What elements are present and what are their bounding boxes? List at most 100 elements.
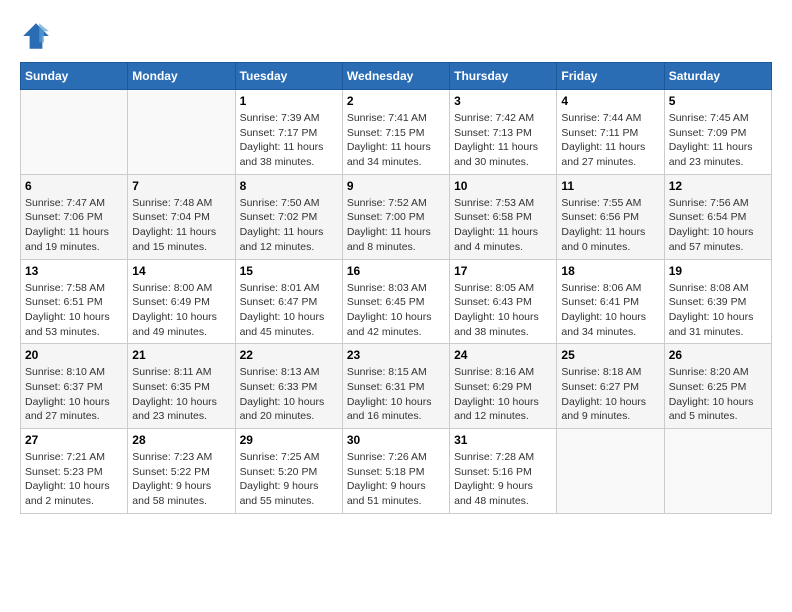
day-info: Sunrise: 8:08 AMSunset: 6:39 PMDaylight:…	[669, 281, 767, 340]
day-number: 3	[454, 94, 552, 108]
day-info: Sunrise: 7:28 AMSunset: 5:16 PMDaylight:…	[454, 450, 552, 509]
day-number: 11	[561, 179, 659, 193]
calendar-cell: 21 Sunrise: 8:11 AMSunset: 6:35 PMDayligh…	[128, 344, 235, 429]
day-number: 6	[25, 179, 123, 193]
day-info: Sunrise: 7:39 AMSunset: 7:17 PMDaylight:…	[240, 111, 338, 170]
calendar: SundayMondayTuesdayWednesdayThursdayFrid…	[20, 62, 772, 514]
day-info: Sunrise: 8:16 AMSunset: 6:29 PMDaylight:…	[454, 365, 552, 424]
weekday-header: Tuesday	[235, 63, 342, 90]
day-info: Sunrise: 7:44 AMSunset: 7:11 PMDaylight:…	[561, 111, 659, 170]
calendar-cell: 5Sunrise: 7:45 AMSunset: 7:09 PMDaylight…	[664, 90, 771, 175]
day-info: Sunrise: 8:03 AMSunset: 6:45 PMDaylight:…	[347, 281, 445, 340]
day-number: 31	[454, 433, 552, 447]
weekday-header: Thursday	[450, 63, 557, 90]
day-info: Sunrise: 8:20 AMSunset: 6:25 PMDaylight:…	[669, 365, 767, 424]
calendar-cell: 23 Sunrise: 8:15 AMSunset: 6:31 PMDayligh…	[342, 344, 449, 429]
logo-icon	[20, 20, 52, 52]
calendar-cell: 2 Sunrise: 7:41 AMSunset: 7:15 PMDaylight…	[342, 90, 449, 175]
page-header	[20, 20, 772, 52]
day-number: 18	[561, 264, 659, 278]
calendar-cell: 13Sunrise: 7:58 AMSunset: 6:51 PMDayligh…	[21, 259, 128, 344]
day-number: 20	[25, 348, 123, 362]
day-number: 19	[669, 264, 767, 278]
day-info: Sunrise: 7:26 AMSunset: 5:18 PMDaylight:…	[347, 450, 445, 509]
day-info: Sunrise: 7:50 AMSunset: 7:02 PMDaylight:…	[240, 196, 338, 255]
calendar-cell: 30Sunrise: 7:26 AMSunset: 5:18 PMDayligh…	[342, 429, 449, 514]
calendar-cell	[128, 90, 235, 175]
day-number: 28	[132, 433, 230, 447]
day-number: 21	[132, 348, 230, 362]
day-info: Sunrise: 7:42 AMSunset: 7:13 PMDaylight:…	[454, 111, 552, 170]
day-number: 23	[347, 348, 445, 362]
calendar-cell: 17Sunrise: 8:05 AMSunset: 6:43 PMDayligh…	[450, 259, 557, 344]
day-number: 15	[240, 264, 338, 278]
day-number: 7	[132, 179, 230, 193]
day-info: Sunrise: 8:01 AMSunset: 6:47 PMDaylight:…	[240, 281, 338, 340]
calendar-cell: 28 Sunrise: 7:23 AMSunset: 5:22 PMDayligh…	[128, 429, 235, 514]
calendar-week-row: 20 Sunrise: 8:10 AMSunset: 6:37 PMDayligh…	[21, 344, 772, 429]
day-number: 1	[240, 94, 338, 108]
day-number: 16	[347, 264, 445, 278]
calendar-cell: 1 Sunrise: 7:39 AMSunset: 7:17 PMDaylight…	[235, 90, 342, 175]
day-number: 4	[561, 94, 659, 108]
calendar-cell: 31 Sunrise: 7:28 AMSunset: 5:16 PMDayligh…	[450, 429, 557, 514]
calendar-cell: 29Sunrise: 7:25 AMSunset: 5:20 PMDayligh…	[235, 429, 342, 514]
calendar-cell: 11 Sunrise: 7:55 AMSunset: 6:56 PMDayligh…	[557, 174, 664, 259]
day-info: Sunrise: 8:10 AMSunset: 6:37 PMDaylight:…	[25, 365, 123, 424]
day-info: Sunrise: 7:56 AMSunset: 6:54 PMDaylight:…	[669, 196, 767, 255]
calendar-cell: 14 Sunrise: 8:00 AMSunset: 6:49 PMDayligh…	[128, 259, 235, 344]
weekday-header: Friday	[557, 63, 664, 90]
day-info: Sunrise: 7:41 AMSunset: 7:15 PMDaylight:…	[347, 111, 445, 170]
calendar-cell: 27 Sunrise: 7:21 AMSunset: 5:23 PMDayligh…	[21, 429, 128, 514]
day-info: Sunrise: 7:53 AMSunset: 6:58 PMDaylight:…	[454, 196, 552, 255]
day-info: Sunrise: 7:23 AMSunset: 5:22 PMDaylight:…	[132, 450, 230, 509]
day-number: 8	[240, 179, 338, 193]
calendar-cell: 26Sunrise: 8:20 AMSunset: 6:25 PMDayligh…	[664, 344, 771, 429]
calendar-cell: 25Sunrise: 8:18 AMSunset: 6:27 PMDayligh…	[557, 344, 664, 429]
day-number: 22	[240, 348, 338, 362]
calendar-week-row: 13Sunrise: 7:58 AMSunset: 6:51 PMDayligh…	[21, 259, 772, 344]
calendar-week-row: 6 Sunrise: 7:47 AMSunset: 7:06 PMDaylight…	[21, 174, 772, 259]
calendar-week-row: 27 Sunrise: 7:21 AMSunset: 5:23 PMDayligh…	[21, 429, 772, 514]
calendar-cell: 12 Sunrise: 7:56 AMSunset: 6:54 PMDayligh…	[664, 174, 771, 259]
calendar-cell	[21, 90, 128, 175]
day-info: Sunrise: 7:52 AMSunset: 7:00 PMDaylight:…	[347, 196, 445, 255]
calendar-cell: 7 Sunrise: 7:48 AMSunset: 7:04 PMDaylight…	[128, 174, 235, 259]
calendar-body: 1 Sunrise: 7:39 AMSunset: 7:17 PMDaylight…	[21, 90, 772, 514]
day-number: 13	[25, 264, 123, 278]
day-info: Sunrise: 8:05 AMSunset: 6:43 PMDaylight:…	[454, 281, 552, 340]
day-number: 27	[25, 433, 123, 447]
day-number: 9	[347, 179, 445, 193]
day-number: 12	[669, 179, 767, 193]
day-number: 25	[561, 348, 659, 362]
calendar-cell: 15 Sunrise: 8:01 AMSunset: 6:47 PMDayligh…	[235, 259, 342, 344]
day-info: Sunrise: 8:00 AMSunset: 6:49 PMDaylight:…	[132, 281, 230, 340]
weekday-row: SundayMondayTuesdayWednesdayThursdayFrid…	[21, 63, 772, 90]
calendar-cell: 22 Sunrise: 8:13 AMSunset: 6:33 PMDayligh…	[235, 344, 342, 429]
day-info: Sunrise: 7:21 AMSunset: 5:23 PMDaylight:…	[25, 450, 123, 509]
day-info: Sunrise: 8:13 AMSunset: 6:33 PMDaylight:…	[240, 365, 338, 424]
calendar-cell	[557, 429, 664, 514]
day-info: Sunrise: 7:48 AMSunset: 7:04 PMDaylight:…	[132, 196, 230, 255]
day-info: Sunrise: 8:11 AMSunset: 6:35 PMDaylight:…	[132, 365, 230, 424]
day-info: Sunrise: 7:45 AMSunset: 7:09 PMDaylight:…	[669, 111, 767, 170]
day-info: Sunrise: 8:06 AMSunset: 6:41 PMDaylight:…	[561, 281, 659, 340]
day-info: Sunrise: 7:55 AMSunset: 6:56 PMDaylight:…	[561, 196, 659, 255]
day-info: Sunrise: 8:15 AMSunset: 6:31 PMDaylight:…	[347, 365, 445, 424]
calendar-cell: 20 Sunrise: 8:10 AMSunset: 6:37 PMDayligh…	[21, 344, 128, 429]
weekday-header: Monday	[128, 63, 235, 90]
calendar-cell: 6 Sunrise: 7:47 AMSunset: 7:06 PMDaylight…	[21, 174, 128, 259]
day-info: Sunrise: 7:47 AMSunset: 7:06 PMDaylight:…	[25, 196, 123, 255]
day-number: 24	[454, 348, 552, 362]
logo	[20, 20, 56, 52]
calendar-cell: 3 Sunrise: 7:42 AMSunset: 7:13 PMDaylight…	[450, 90, 557, 175]
day-number: 29	[240, 433, 338, 447]
weekday-header: Sunday	[21, 63, 128, 90]
calendar-cell: 4 Sunrise: 7:44 AMSunset: 7:11 PMDaylight…	[557, 90, 664, 175]
calendar-cell: 19 Sunrise: 8:08 AMSunset: 6:39 PMDayligh…	[664, 259, 771, 344]
day-number: 14	[132, 264, 230, 278]
calendar-week-row: 1 Sunrise: 7:39 AMSunset: 7:17 PMDaylight…	[21, 90, 772, 175]
calendar-cell: 10 Sunrise: 7:53 AMSunset: 6:58 PMDayligh…	[450, 174, 557, 259]
day-number: 2	[347, 94, 445, 108]
day-number: 10	[454, 179, 552, 193]
